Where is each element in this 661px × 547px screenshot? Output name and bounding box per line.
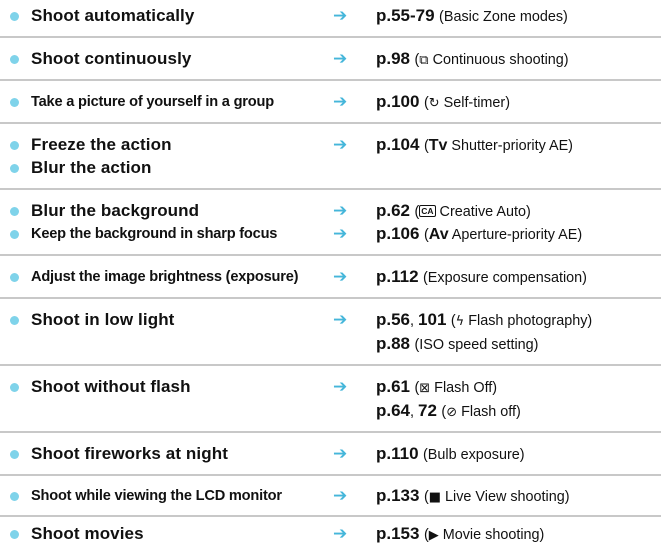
divider bbox=[0, 364, 661, 366]
page-reference[interactable]: p.56, 101 (ϟ Flash photography) bbox=[376, 309, 592, 333]
mode-abbreviation: Tv bbox=[428, 137, 448, 154]
feature-label: Shoot continuously bbox=[31, 49, 192, 68]
bullet-icon bbox=[10, 141, 19, 150]
divider bbox=[0, 79, 661, 81]
movie-camera-icon: ▶ bbox=[428, 528, 439, 543]
page-reference[interactable]: p.104 (Tv Shutter-priority AE) bbox=[376, 134, 573, 157]
bullet-icon bbox=[10, 383, 19, 392]
feature-label: Shoot fireworks at night bbox=[31, 444, 228, 463]
bullet-icon bbox=[10, 230, 19, 239]
page-reference[interactable]: p.110 (Bulb exposure) bbox=[376, 443, 525, 466]
feature-label: Shoot in low light bbox=[31, 310, 175, 329]
arrow-right-icon: ➔ bbox=[333, 135, 348, 155]
feature-label: Shoot automatically bbox=[31, 6, 195, 25]
feature-label: Shoot while viewing the LCD monitor bbox=[31, 488, 282, 504]
page-reference[interactable]: p.62 (CA Creative Auto) bbox=[376, 200, 531, 223]
feature-label: Freeze the action bbox=[31, 135, 172, 154]
bullet-icon bbox=[10, 164, 19, 173]
live-view-camera-icon: ■ bbox=[428, 490, 442, 505]
continuous-shooting-icon: ⧉ bbox=[419, 53, 429, 68]
feature-label: Adjust the image brightness (exposure) bbox=[31, 269, 299, 285]
divider bbox=[0, 431, 661, 433]
bullet-icon bbox=[10, 530, 19, 539]
page-reference[interactable]: p.88 (ISO speed setting) bbox=[376, 333, 538, 356]
arrow-right-icon: ➔ bbox=[333, 224, 348, 244]
flash-icon: ϟ bbox=[455, 314, 465, 329]
page-reference[interactable]: p.133 (■ Live View shooting) bbox=[376, 485, 570, 509]
creative-auto-icon: CA bbox=[419, 205, 436, 217]
flash-off-icon: ⊠ bbox=[419, 381, 431, 396]
page-reference[interactable]: p.61 (⊠ Flash Off) bbox=[376, 376, 497, 400]
bullet-icon bbox=[10, 492, 19, 501]
arrow-right-icon: ➔ bbox=[333, 201, 348, 221]
self-timer-icon: ↻ bbox=[428, 96, 440, 111]
arrow-right-icon: ➔ bbox=[333, 310, 348, 330]
arrow-right-icon: ➔ bbox=[333, 92, 348, 112]
feature-label: Keep the background in sharp focus bbox=[31, 226, 278, 242]
arrow-right-icon: ➔ bbox=[333, 6, 348, 26]
arrow-right-icon: ➔ bbox=[333, 524, 348, 544]
divider bbox=[0, 188, 661, 190]
page-reference[interactable]: p.112 (Exposure compensation) bbox=[376, 266, 587, 289]
bullet-icon bbox=[10, 207, 19, 216]
page-reference[interactable]: p.153 (▶ Movie shooting) bbox=[376, 523, 544, 547]
page-reference[interactable]: p.100 (↻ Self-timer) bbox=[376, 91, 510, 115]
page-reference[interactable]: p.55-79 (Basic Zone modes) bbox=[376, 5, 568, 28]
arrow-right-icon: ➔ bbox=[333, 444, 348, 464]
divider bbox=[0, 122, 661, 124]
bullet-icon bbox=[10, 450, 19, 459]
feature-label: Blur the background bbox=[31, 201, 200, 220]
divider bbox=[0, 474, 661, 476]
bullet-icon bbox=[10, 55, 19, 64]
flash-off-icon: ⊘ bbox=[446, 405, 458, 420]
arrow-right-icon: ➔ bbox=[333, 267, 348, 287]
page-reference[interactable]: p.98 (⧉ Continuous shooting) bbox=[376, 48, 569, 72]
bullet-icon bbox=[10, 98, 19, 107]
feature-label: Take a picture of yourself in a group bbox=[31, 94, 274, 110]
divider bbox=[0, 254, 661, 256]
page-reference[interactable]: p.64, 72 (⊘ Flash off) bbox=[376, 400, 521, 424]
divider bbox=[0, 36, 661, 38]
bullet-icon bbox=[10, 316, 19, 325]
bullet-icon bbox=[10, 273, 19, 282]
arrow-right-icon: ➔ bbox=[333, 486, 348, 506]
page-reference[interactable]: p.106 (Av Aperture-priority AE) bbox=[376, 223, 582, 246]
mode-abbreviation: Av bbox=[428, 226, 449, 243]
bullet-icon bbox=[10, 12, 19, 21]
divider bbox=[0, 515, 661, 517]
feature-label: Blur the action bbox=[31, 158, 152, 177]
arrow-right-icon: ➔ bbox=[333, 377, 348, 397]
arrow-right-icon: ➔ bbox=[333, 49, 348, 69]
feature-label: Shoot without flash bbox=[31, 377, 191, 396]
feature-label: Shoot movies bbox=[31, 524, 144, 543]
divider bbox=[0, 297, 661, 299]
